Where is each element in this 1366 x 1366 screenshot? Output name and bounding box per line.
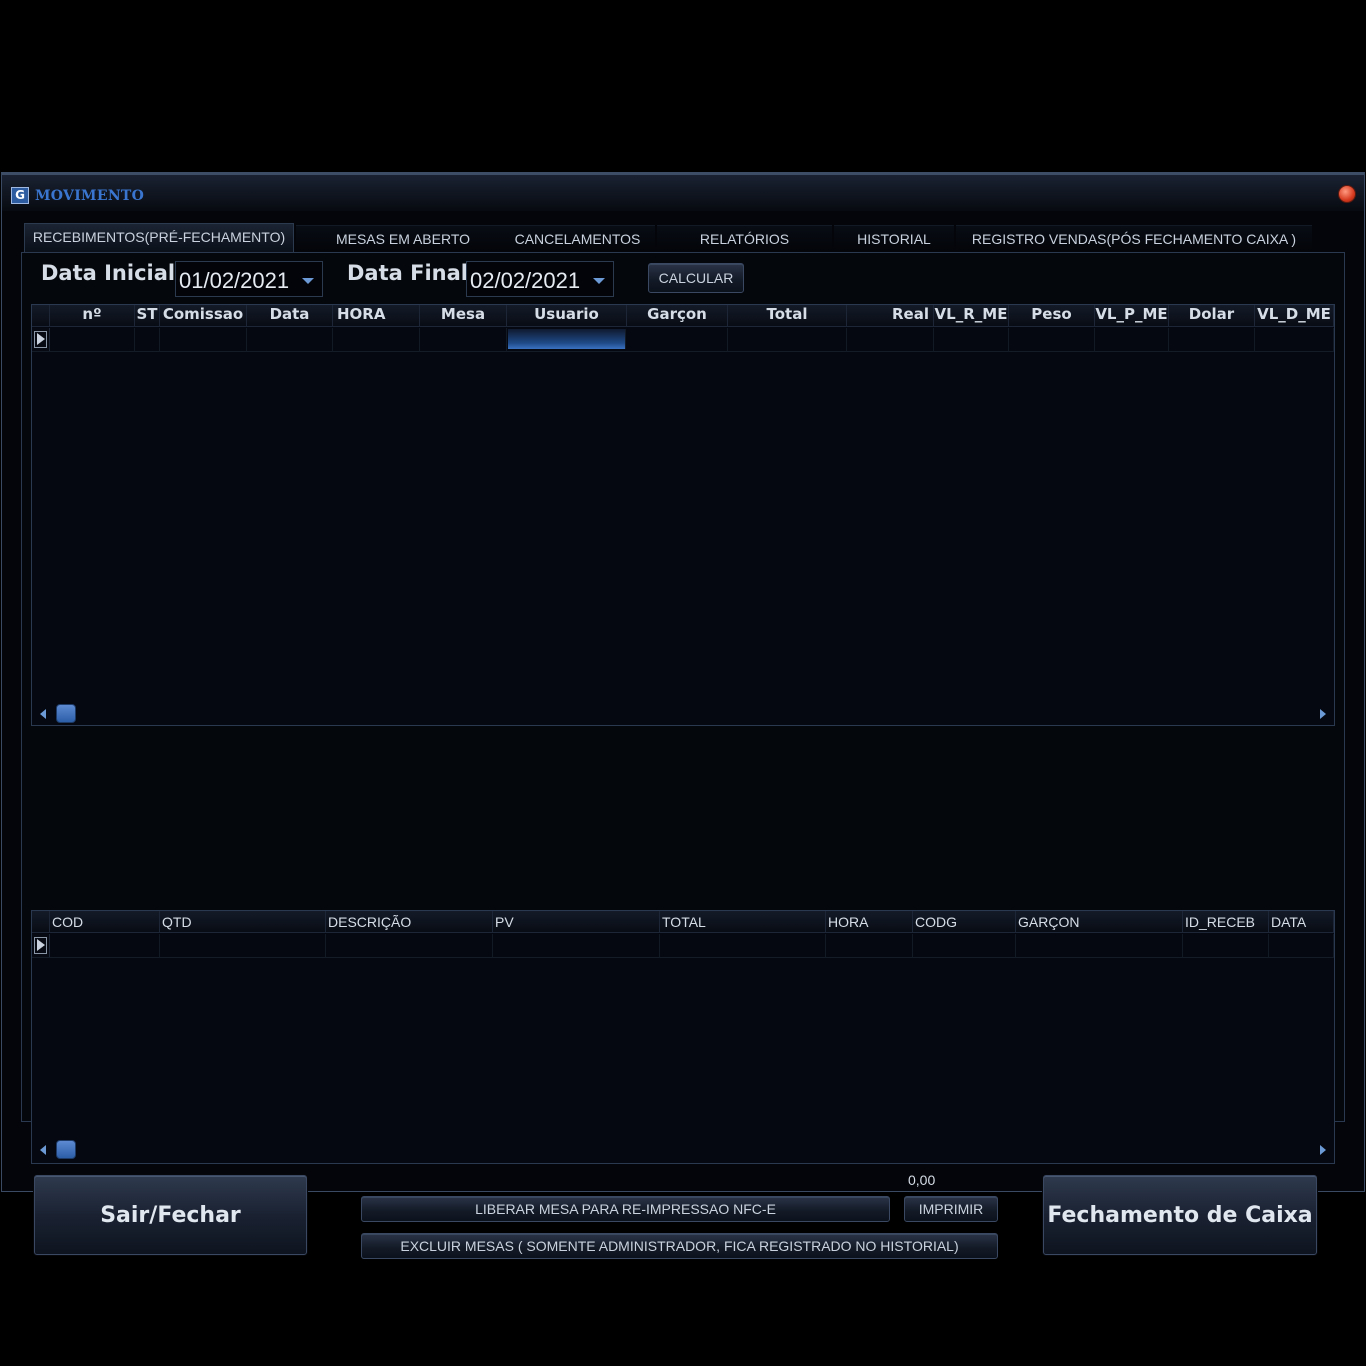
column-header[interactable]: Real	[847, 305, 934, 327]
table-cell[interactable]	[493, 934, 660, 958]
receipts-grid[interactable]: nº ST Comissao Data HORA Mesa Usuario Ga…	[31, 304, 1335, 726]
chevron-down-icon[interactable]	[302, 278, 314, 284]
column-header[interactable]: VL_P_ME	[1095, 305, 1169, 327]
table-cell[interactable]	[728, 328, 847, 352]
tab-recebimentos[interactable]: RECEBIMENTOS(PRÉ-FECHAMENTO)	[24, 223, 294, 253]
column-header[interactable]: nº	[50, 305, 135, 327]
column-header[interactable]: Dolar	[1169, 305, 1255, 327]
close-icon[interactable]	[1338, 185, 1356, 203]
row-indicator[interactable]	[32, 328, 50, 351]
table-row[interactable]	[32, 934, 1334, 958]
calculate-button[interactable]: CALCULAR	[648, 263, 744, 293]
table-cell[interactable]	[50, 328, 135, 352]
table-cell[interactable]	[847, 328, 934, 352]
column-header[interactable]: DATA	[1269, 911, 1334, 933]
table-cell[interactable]	[420, 328, 507, 352]
table-row[interactable]	[32, 328, 1334, 352]
start-date-label: Data Inicial	[41, 261, 176, 285]
table-cell[interactable]	[934, 328, 1009, 352]
release-table-button[interactable]: LIBERAR MESA PARA RE-IMPRESSAO NFC-E	[361, 1196, 890, 1222]
table-cell[interactable]	[1183, 934, 1269, 958]
row-indicator[interactable]	[32, 934, 50, 957]
scroll-thumb[interactable]	[56, 1140, 76, 1159]
current-row-icon	[37, 333, 45, 345]
column-header[interactable]: PV	[493, 911, 660, 933]
column-header[interactable]: CODG	[913, 911, 1016, 933]
delete-tables-button[interactable]: EXCLUIR MESAS ( SOMENTE ADMINISTRADOR, F…	[361, 1233, 998, 1259]
items-horizontal-scrollbar[interactable]	[32, 1139, 1334, 1161]
tab-bar: RECEBIMENTOS(PRÉ-FECHAMENTO) MESAS EM AB…	[24, 223, 1344, 253]
table-cell[interactable]	[160, 328, 247, 352]
scroll-left-icon[interactable]	[40, 1145, 46, 1155]
movimento-window: G MOVIMENTO RECEBIMENTOS(PRÉ-FECHAMENTO)…	[1, 172, 1365, 1259]
table-cell[interactable]	[1255, 328, 1334, 352]
chevron-down-icon[interactable]	[593, 278, 605, 284]
receipts-horizontal-scrollbar[interactable]	[32, 703, 1334, 725]
title-bar[interactable]: G MOVIMENTO	[2, 175, 1364, 211]
scroll-right-icon[interactable]	[1320, 1145, 1326, 1155]
column-header[interactable]: QTD	[160, 911, 326, 933]
column-header[interactable]: Mesa	[420, 305, 507, 327]
column-header[interactable]: VL_R_ME	[934, 305, 1009, 327]
window-title: MOVIMENTO	[35, 188, 145, 204]
table-cell[interactable]	[1169, 328, 1255, 352]
total-amount: 0,00	[908, 1172, 936, 1188]
scroll-left-icon[interactable]	[40, 709, 46, 719]
tab-cancelamentos[interactable]: CANCELAMENTOS	[500, 225, 655, 251]
selected-cell[interactable]	[508, 329, 626, 349]
scroll-right-icon[interactable]	[1320, 709, 1326, 719]
table-cell[interactable]	[1269, 934, 1334, 958]
column-header[interactable]: GARÇON	[1016, 911, 1183, 933]
tab-mesas-em-aberto[interactable]: MESAS EM ABERTO	[296, 225, 510, 251]
items-grid[interactable]: COD QTD DESCRIÇÃO PV TOTAL HORA CODG GAR…	[31, 910, 1335, 1164]
column-header[interactable]: Total	[728, 305, 847, 327]
end-date-value: 02/02/2021	[470, 268, 581, 293]
close-cash-button[interactable]: Fechamento de Caixa	[1043, 1175, 1317, 1255]
app-icon: G	[11, 187, 29, 204]
column-header[interactable]: Usuario	[507, 305, 627, 327]
table-cell[interactable]	[333, 328, 420, 352]
column-header[interactable]: HORA	[826, 911, 913, 933]
table-cell[interactable]	[326, 934, 493, 958]
column-header[interactable]: DESCRIÇÃO	[326, 911, 493, 933]
table-cell[interactable]	[913, 934, 1016, 958]
column-header[interactable]: Peso	[1009, 305, 1095, 327]
column-header[interactable]: Comissao	[160, 305, 247, 327]
exit-button[interactable]: Sair/Fechar	[34, 1175, 307, 1255]
table-cell[interactable]	[627, 328, 728, 352]
print-button[interactable]: IMPRIMIR	[904, 1196, 998, 1222]
column-header[interactable]: COD	[50, 911, 160, 933]
table-cell[interactable]	[50, 934, 160, 958]
table-cell[interactable]	[135, 328, 160, 352]
current-row-icon	[37, 939, 45, 951]
end-date-label: Data Final	[347, 261, 468, 285]
receipts-grid-header: nº ST Comissao Data HORA Mesa Usuario Ga…	[32, 305, 1334, 327]
table-cell[interactable]	[247, 328, 333, 352]
table-cell[interactable]	[160, 934, 326, 958]
table-cell[interactable]	[826, 934, 913, 958]
column-header[interactable]: Garçon	[627, 305, 728, 327]
tab-historial[interactable]: HISTORIAL	[834, 225, 954, 251]
table-cell[interactable]	[660, 934, 826, 958]
column-header[interactable]: HORA	[333, 305, 420, 327]
items-grid-header: COD QTD DESCRIÇÃO PV TOTAL HORA CODG GAR…	[32, 911, 1334, 933]
column-header[interactable]: VL_D_ME	[1255, 305, 1334, 327]
recebimentos-panel: Data Inicial 01/02/2021 Data Final 02/02…	[21, 252, 1345, 1259]
table-cell[interactable]	[1095, 328, 1169, 352]
tab-relatorios[interactable]: RELATÓRIOS	[657, 225, 832, 251]
header-corner	[32, 911, 50, 933]
scroll-thumb[interactable]	[56, 704, 76, 723]
column-header[interactable]: ID_RECEB	[1183, 911, 1269, 933]
column-header[interactable]: TOTAL	[660, 911, 826, 933]
table-cell[interactable]	[1009, 328, 1095, 352]
column-header[interactable]: ST	[135, 305, 160, 327]
end-date-picker[interactable]: 02/02/2021	[466, 261, 614, 297]
table-cell[interactable]	[1016, 934, 1183, 958]
tab-registro-vendas[interactable]: REGISTRO VENDAS(PÓS FECHAMENTO CAIXA )	[956, 225, 1312, 251]
start-date-value: 01/02/2021	[179, 268, 290, 293]
column-header[interactable]: Data	[247, 305, 333, 327]
header-corner	[32, 305, 50, 327]
start-date-picker[interactable]: 01/02/2021	[175, 261, 323, 297]
